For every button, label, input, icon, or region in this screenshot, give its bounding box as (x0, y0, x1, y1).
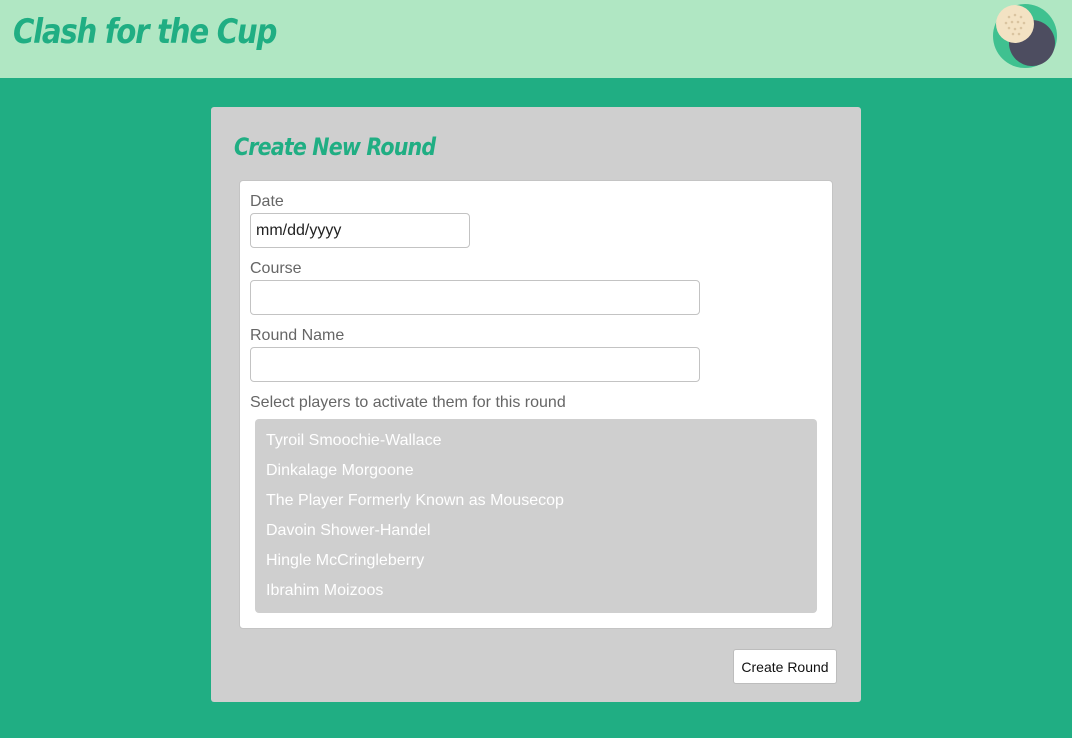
round-form: Date Course Round Name Select players to… (239, 180, 833, 629)
round-name-label: Round Name (250, 327, 345, 344)
app-title: Clash for the Cup (13, 12, 277, 52)
create-round-button[interactable]: Create Round (733, 649, 837, 684)
player-option[interactable]: Dinkalage Morgoone (255, 458, 817, 488)
app-header: Clash for the Cup (0, 0, 1072, 78)
player-option[interactable]: Ibrahim Moizoos (255, 578, 817, 608)
course-input[interactable] (250, 280, 700, 315)
create-round-card: Create New Round Date Course Round Name … (211, 107, 861, 702)
card-title: Create New Round (234, 133, 436, 161)
player-option[interactable]: Hingle McCringleberry (255, 548, 817, 578)
players-label: Select players to activate them for this… (250, 394, 566, 411)
course-label: Course (250, 260, 302, 277)
date-label: Date (250, 193, 284, 210)
date-input[interactable] (250, 213, 470, 248)
player-option[interactable]: Tyroil Smoochie-Wallace (255, 428, 817, 458)
player-select-list: Tyroil Smoochie-Wallace Dinkalage Morgoo… (255, 419, 817, 613)
round-name-input[interactable] (250, 347, 700, 382)
player-option[interactable]: The Player Formerly Known as Mousecop (255, 488, 817, 518)
golf-ball-logo-icon[interactable] (992, 3, 1058, 69)
player-option[interactable]: Davoin Shower-Handel (255, 518, 817, 548)
